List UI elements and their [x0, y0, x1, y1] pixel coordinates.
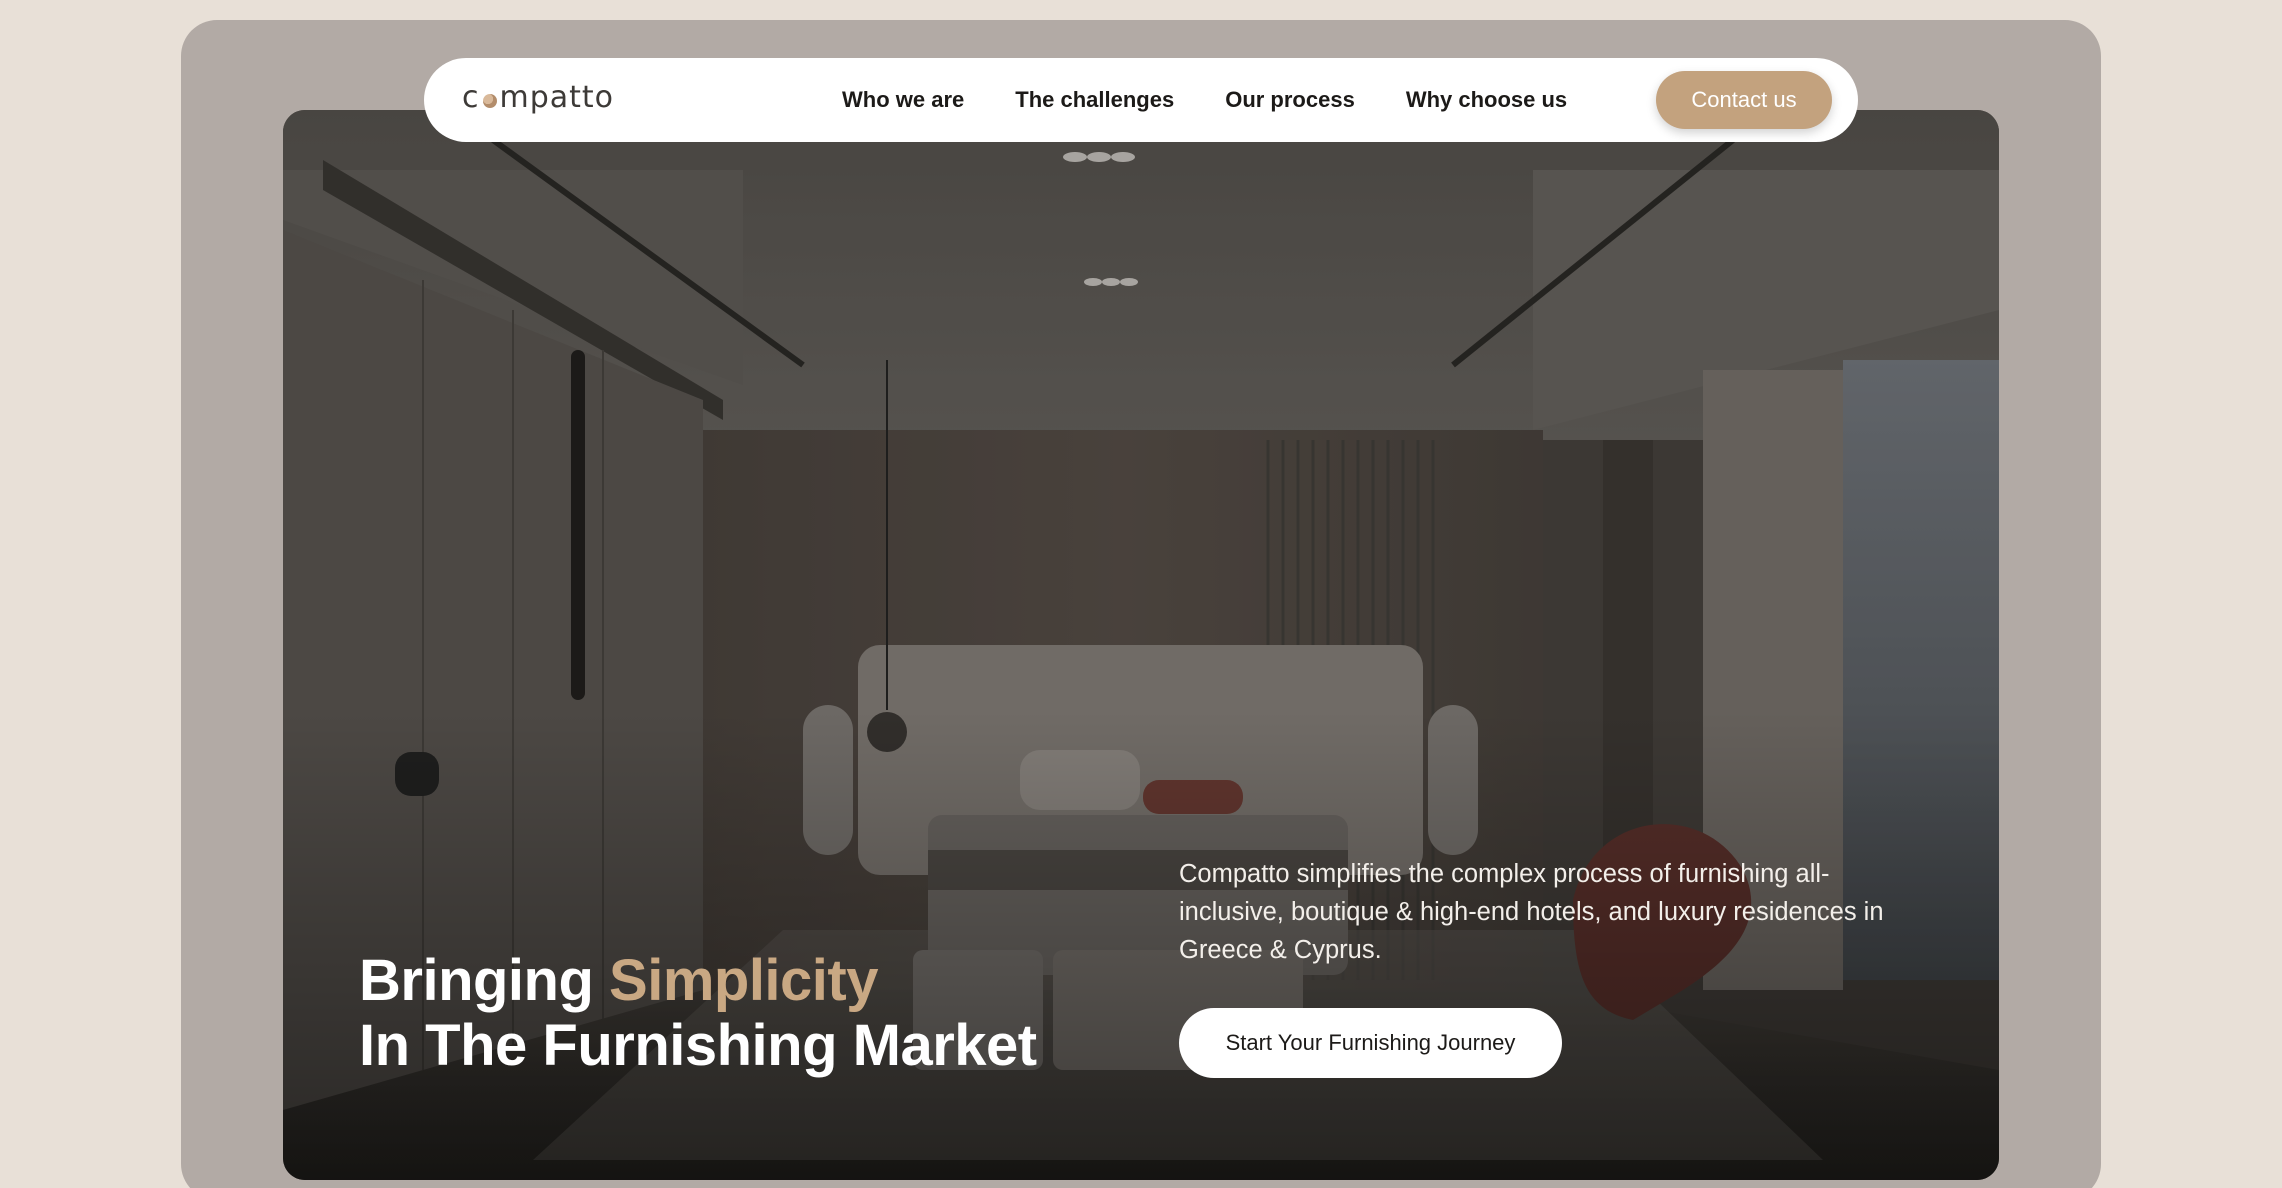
compatto-logo[interactable]: c mpatto: [462, 80, 614, 115]
start-journey-button[interactable]: Start Your Furnishing Journey: [1179, 1008, 1562, 1078]
nav-link-our-process[interactable]: Our process: [1225, 87, 1355, 113]
nav-links: Who we are The challenges Our process Wh…: [842, 58, 1618, 142]
hero-description: Compatto simplifies the complex process …: [1179, 860, 1884, 964]
nav-link-who-we-are[interactable]: Who we are: [842, 87, 964, 113]
nav-link-why-choose-us[interactable]: Why choose us: [1406, 87, 1567, 113]
headline-accent: Simplicity: [609, 948, 878, 1013]
logo-text-end: mpatto: [499, 80, 615, 115]
navbar: c mpatto Who we are The challenges Our p…: [424, 58, 1858, 142]
hero-headline: Bringing Simplicity In The Furnishing Ma…: [359, 948, 1037, 1078]
headline-line2: In The Furnishing Market: [359, 1013, 1037, 1078]
headline-part1: Bringing: [359, 948, 610, 1013]
contact-us-button[interactable]: Contact us: [1656, 71, 1832, 129]
logo-dot-icon: [482, 93, 497, 108]
logo-text-start: c: [462, 80, 480, 115]
nav-link-the-challenges[interactable]: The challenges: [1015, 87, 1174, 113]
